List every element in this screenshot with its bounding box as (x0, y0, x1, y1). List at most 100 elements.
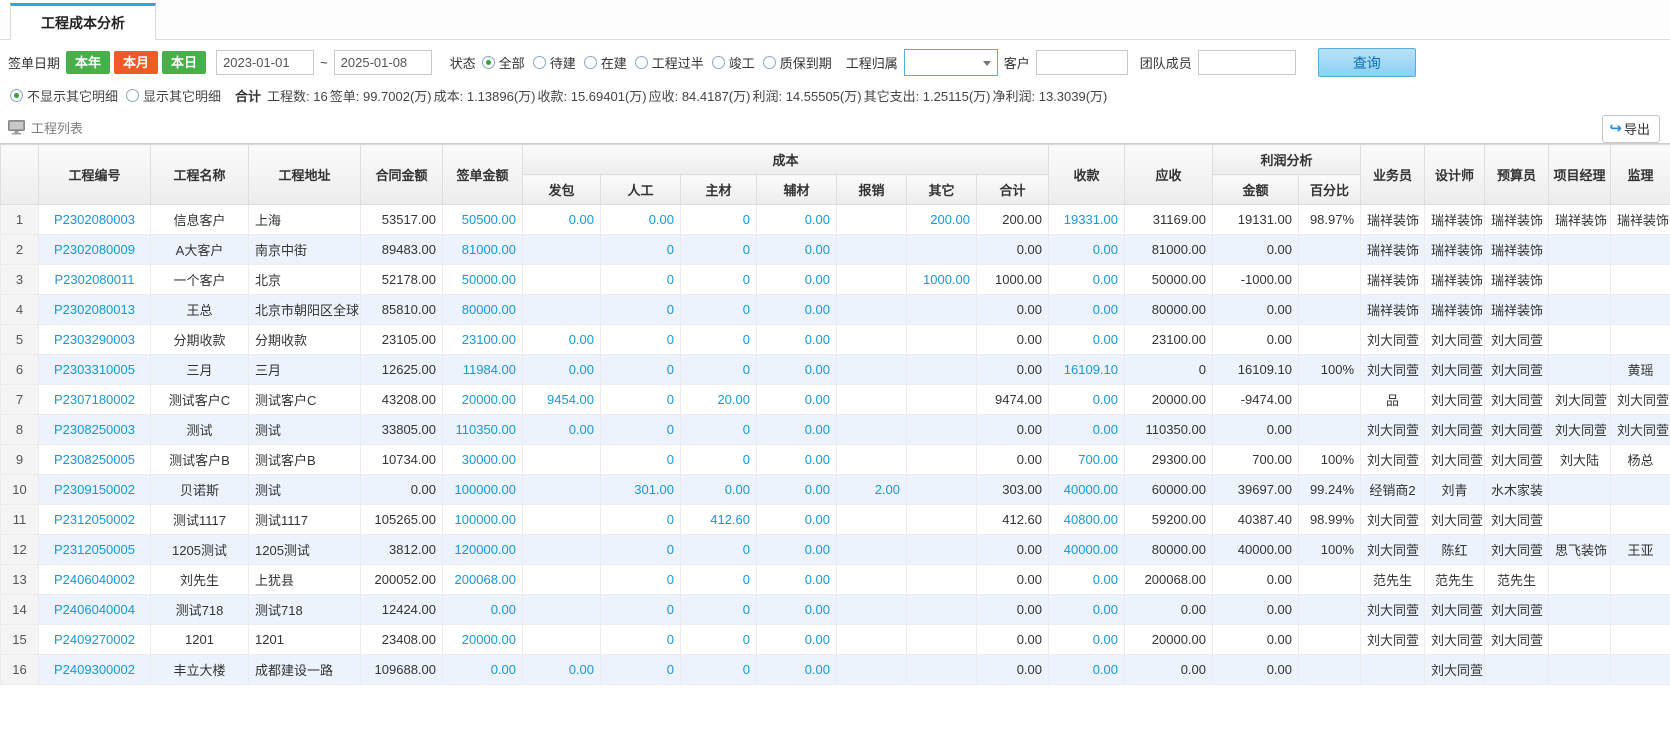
received-cell[interactable]: 0.00 (1049, 595, 1125, 625)
received-cell[interactable]: 0.00 (1049, 415, 1125, 445)
project-code-link[interactable]: P2307180002 (39, 385, 151, 415)
status-option[interactable]: 在建 (584, 53, 627, 72)
status-option[interactable]: 待建 (533, 53, 576, 72)
aux_mat-cell[interactable]: 0.00 (757, 475, 837, 505)
main_mat-cell[interactable]: 0 (681, 445, 757, 475)
labor-cell[interactable]: 0 (601, 355, 681, 385)
main_mat-cell[interactable]: 0 (681, 235, 757, 265)
main_mat-cell[interactable]: 20.00 (681, 385, 757, 415)
status-option[interactable]: 质保到期 (763, 53, 832, 72)
main_mat-cell[interactable]: 0 (681, 415, 757, 445)
labor-cell[interactable]: 0 (601, 445, 681, 475)
sign-cell[interactable]: 110350.00 (443, 415, 523, 445)
aux_mat-cell[interactable]: 0.00 (757, 415, 837, 445)
project-code-link[interactable]: P2302080011 (39, 265, 151, 295)
sign-cell[interactable]: 11984.00 (443, 355, 523, 385)
date-to-input[interactable] (334, 50, 432, 75)
aux_mat-cell[interactable]: 0.00 (757, 595, 837, 625)
project-code-link[interactable]: P2308250005 (39, 445, 151, 475)
received-cell[interactable]: 0.00 (1049, 295, 1125, 325)
sign-cell[interactable]: 81000.00 (443, 235, 523, 265)
export-button[interactable]: ↪ 导出 (1602, 115, 1660, 143)
received-cell[interactable]: 700.00 (1049, 445, 1125, 475)
detail-display-option[interactable]: 显示其它明细 (126, 86, 221, 105)
search-button[interactable]: 查询 (1318, 48, 1416, 77)
main_mat-cell[interactable]: 0 (681, 535, 757, 565)
received-cell[interactable]: 0.00 (1049, 625, 1125, 655)
status-radio-icon[interactable] (584, 56, 597, 69)
sign-cell[interactable]: 0.00 (443, 655, 523, 685)
detail-display-radio-icon[interactable] (10, 89, 23, 102)
outsource-cell[interactable]: 0.00 (523, 355, 601, 385)
labor-cell[interactable]: 0 (601, 565, 681, 595)
labor-cell[interactable]: 0 (601, 535, 681, 565)
aux_mat-cell[interactable]: 0.00 (757, 565, 837, 595)
labor-cell[interactable]: 0 (601, 325, 681, 355)
outsource-cell[interactable]: 0.00 (523, 325, 601, 355)
labor-cell[interactable]: 0 (601, 625, 681, 655)
aux_mat-cell[interactable]: 0.00 (757, 295, 837, 325)
main_mat-cell[interactable]: 0 (681, 325, 757, 355)
aux_mat-cell[interactable]: 0.00 (757, 355, 837, 385)
project-code-link[interactable]: P2406040002 (39, 565, 151, 595)
labor-cell[interactable]: 0 (601, 655, 681, 685)
sign-cell[interactable]: 0.00 (443, 595, 523, 625)
quick-range-button[interactable]: 本月 (114, 51, 158, 74)
aux_mat-cell[interactable]: 0.00 (757, 385, 837, 415)
aux_mat-cell[interactable]: 0.00 (757, 205, 837, 235)
labor-cell[interactable]: 0 (601, 295, 681, 325)
status-radio-icon[interactable] (533, 56, 546, 69)
project-code-link[interactable]: P2409270002 (39, 625, 151, 655)
received-cell[interactable]: 19331.00 (1049, 205, 1125, 235)
sign-cell[interactable]: 20000.00 (443, 625, 523, 655)
received-cell[interactable]: 40000.00 (1049, 475, 1125, 505)
sign-cell[interactable]: 50500.00 (443, 205, 523, 235)
reimburse-cell[interactable]: 2.00 (837, 475, 907, 505)
sign-cell[interactable]: 100000.00 (443, 475, 523, 505)
main_mat-cell[interactable]: 0.00 (681, 475, 757, 505)
labor-cell[interactable]: 301.00 (601, 475, 681, 505)
project-code-link[interactable]: P2406040004 (39, 595, 151, 625)
aux_mat-cell[interactable]: 0.00 (757, 505, 837, 535)
received-cell[interactable]: 0.00 (1049, 565, 1125, 595)
labor-cell[interactable]: 0.00 (601, 205, 681, 235)
main_mat-cell[interactable]: 0 (681, 625, 757, 655)
received-cell[interactable]: 40000.00 (1049, 535, 1125, 565)
status-radio-icon[interactable] (712, 56, 725, 69)
received-cell[interactable]: 0.00 (1049, 655, 1125, 685)
outsource-cell[interactable]: 0.00 (523, 205, 601, 235)
aux_mat-cell[interactable]: 0.00 (757, 235, 837, 265)
customer-input[interactable] (1036, 50, 1128, 75)
main_mat-cell[interactable]: 412.60 (681, 505, 757, 535)
main_mat-cell[interactable]: 0 (681, 595, 757, 625)
detail-display-radio-icon[interactable] (126, 89, 139, 102)
received-cell[interactable]: 0.00 (1049, 325, 1125, 355)
labor-cell[interactable]: 0 (601, 415, 681, 445)
sign-cell[interactable]: 200068.00 (443, 565, 523, 595)
status-radio-icon[interactable] (635, 56, 648, 69)
status-option[interactable]: 竣工 (712, 53, 755, 72)
detail-display-option[interactable]: 不显示其它明细 (10, 86, 118, 105)
project-code-link[interactable]: P2303310005 (39, 355, 151, 385)
received-cell[interactable]: 0.00 (1049, 265, 1125, 295)
received-cell[interactable]: 16109.10 (1049, 355, 1125, 385)
project-code-link[interactable]: P2302080013 (39, 295, 151, 325)
status-option[interactable]: 工程过半 (635, 53, 704, 72)
sign-cell[interactable]: 120000.00 (443, 535, 523, 565)
other-cell[interactable]: 1000.00 (907, 265, 977, 295)
project-code-link[interactable]: P2309150002 (39, 475, 151, 505)
sign-cell[interactable]: 80000.00 (443, 295, 523, 325)
tab-project-cost-analysis[interactable]: 工程成本分析 (10, 3, 156, 40)
project-code-link[interactable]: P2409300002 (39, 655, 151, 685)
labor-cell[interactable]: 0 (601, 235, 681, 265)
aux_mat-cell[interactable]: 0.00 (757, 265, 837, 295)
status-radio-icon[interactable] (763, 56, 776, 69)
project-code-link[interactable]: P2302080003 (39, 205, 151, 235)
labor-cell[interactable]: 0 (601, 385, 681, 415)
main_mat-cell[interactable]: 0 (681, 355, 757, 385)
team-member-input[interactable] (1198, 50, 1296, 75)
project-belong-select[interactable] (904, 49, 998, 76)
project-code-link[interactable]: P2302080009 (39, 235, 151, 265)
date-from-input[interactable] (216, 50, 314, 75)
outsource-cell[interactable]: 9454.00 (523, 385, 601, 415)
